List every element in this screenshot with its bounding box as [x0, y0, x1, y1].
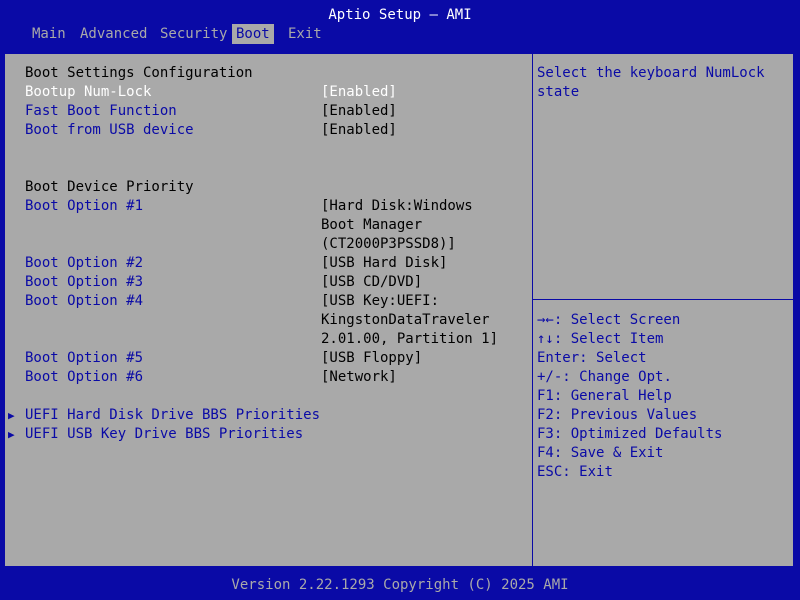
key-action: : General Help	[553, 388, 672, 404]
section-heading: Boot Settings Configuration	[25, 65, 253, 81]
section-heading: Boot Device Priority	[25, 179, 194, 195]
boot-option-label[interactable]: Boot Option #4	[25, 292, 143, 311]
tab-boot[interactable]: Boot	[232, 24, 274, 44]
setting-label[interactable]: Fast Boot Function	[25, 102, 177, 121]
key-name: ↑↓	[537, 331, 554, 347]
key-hint-f2: F2: Previous Values	[537, 406, 697, 425]
key-name: +/-	[537, 369, 563, 385]
tab-security[interactable]: Security	[156, 24, 231, 44]
menu-bar: Main Advanced Security Boot Exit	[0, 24, 800, 44]
key-hint-f1: F1: General Help	[537, 387, 672, 406]
setting-value[interactable]: [Enabled]	[321, 102, 397, 121]
tab-advanced[interactable]: Advanced	[76, 24, 151, 44]
help-description-line: state	[537, 84, 580, 100]
setting-label[interactable]: Bootup Num-Lock	[25, 83, 151, 102]
key-action: : Select Item	[553, 331, 664, 347]
key-name: F4	[537, 445, 554, 461]
help-divider	[533, 299, 793, 300]
key-name: →←	[537, 312, 554, 328]
key-action: : Optimized Defaults	[553, 426, 723, 442]
key-name: Enter	[537, 350, 580, 366]
boot-option-value-line: (CT2000P3PSSD8)]	[321, 236, 456, 252]
boot-option-label[interactable]: Boot Option #3	[25, 273, 143, 292]
triangle-right-icon: ▶	[8, 409, 15, 422]
key-action: : Select	[579, 350, 647, 366]
boot-option-value[interactable]: [USB Hard Disk]	[321, 254, 447, 273]
key-action: : Exit	[562, 464, 613, 480]
boot-option-value[interactable]: [USB Key:UEFI:	[321, 292, 439, 311]
tab-main[interactable]: Main	[28, 24, 70, 44]
key-name: F3	[537, 426, 554, 442]
setting-value[interactable]: [Enabled]	[321, 121, 397, 140]
key-hint-select-screen: →←: Select Screen	[537, 311, 680, 330]
column-divider	[532, 54, 533, 566]
version-footer: Version 2.22.1293 Copyright (C) 2025 AMI	[0, 575, 800, 600]
boot-option-value-line: 2.01.00, Partition 1]	[321, 331, 499, 347]
key-hint-esc: ESC: Exit	[537, 463, 613, 482]
key-action: : Select Screen	[553, 312, 681, 328]
key-hint-select-item: ↑↓: Select Item	[537, 330, 663, 349]
boot-option-value[interactable]: [USB CD/DVD]	[321, 273, 422, 292]
key-action: : Save & Exit	[553, 445, 664, 461]
submenu-label[interactable]: UEFI Hard Disk Drive BBS Priorities	[25, 406, 320, 425]
key-action: : Previous Values	[553, 407, 698, 423]
boot-option-value[interactable]: [Hard Disk:Windows	[321, 197, 473, 216]
boot-option-label[interactable]: Boot Option #6	[25, 368, 143, 387]
window-title: Aptio Setup – AMI	[0, 0, 800, 24]
setting-label[interactable]: Boot from USB device	[25, 121, 194, 140]
setting-value[interactable]: [Enabled]	[321, 83, 397, 102]
boot-option-value-line: Boot Manager	[321, 217, 423, 233]
key-hint-f3: F3: Optimized Defaults	[537, 425, 722, 444]
triangle-right-icon: ▶	[8, 428, 15, 441]
key-name: ESC	[537, 464, 563, 480]
key-name: F2	[537, 407, 554, 423]
boot-option-label[interactable]: Boot Option #1	[25, 197, 143, 216]
boot-option-value-line: KingstonDataTraveler	[321, 312, 490, 328]
key-hint-enter: Enter: Select	[537, 349, 647, 368]
key-name: F1	[537, 388, 554, 404]
submenu-label[interactable]: UEFI USB Key Drive BBS Priorities	[25, 425, 303, 444]
boot-option-label[interactable]: Boot Option #2	[25, 254, 143, 273]
boot-option-value[interactable]: [USB Floppy]	[321, 349, 422, 368]
key-hint-change-opt: +/-: Change Opt.	[537, 368, 672, 387]
key-hint-f4: F4: Save & Exit	[537, 444, 663, 463]
help-description-line: Select the keyboard NumLock	[537, 65, 765, 81]
setup-panel: Boot Settings Configuration Bootup Num-L…	[4, 53, 794, 567]
boot-option-label[interactable]: Boot Option #5	[25, 349, 143, 368]
tab-exit[interactable]: Exit	[284, 24, 326, 44]
key-action: : Change Opt.	[562, 369, 672, 385]
boot-option-value[interactable]: [Network]	[321, 368, 397, 387]
